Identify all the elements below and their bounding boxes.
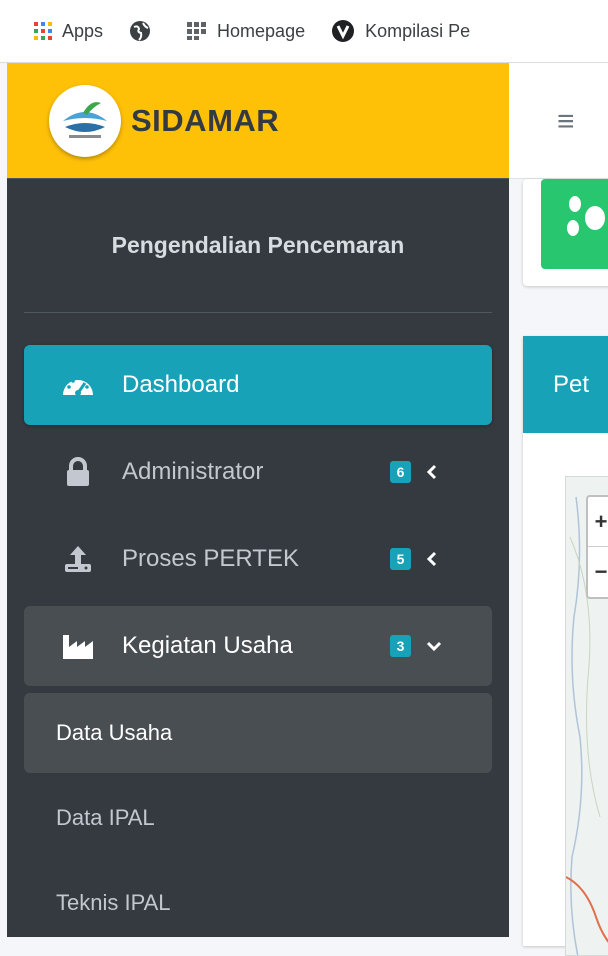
- sidebar-item-dashboard[interactable]: Dashboard: [24, 345, 492, 425]
- sidebar-item-dashboard-label: Dashboard: [122, 371, 240, 398]
- sidebar-item-administrator-label: Administrator: [122, 458, 264, 485]
- top-navbar: ≡: [509, 63, 608, 179]
- submenu-item-teknis-ipal[interactable]: Teknis IPAL: [24, 863, 492, 943]
- sidebar-nav: Dashboard Administrator 6 Proses PERTEK …: [7, 313, 509, 943]
- zoom-in-button[interactable]: +: [588, 497, 608, 547]
- homepage-grid-icon: [187, 22, 207, 40]
- paw-icon: [541, 179, 608, 269]
- sidebar-item-administrator[interactable]: Administrator 6: [24, 432, 492, 512]
- v-logo-icon: [331, 19, 355, 43]
- submenu-item-label: Teknis IPAL: [56, 890, 171, 915]
- map-zoom-control: + −: [586, 495, 608, 599]
- administrator-badge: 6: [390, 461, 411, 483]
- submenu-item-label: Data Usaha: [56, 720, 173, 745]
- upload-icon: [60, 544, 96, 574]
- lock-icon: [60, 457, 96, 487]
- content-wrapper: Pet + −: [509, 179, 608, 956]
- proses-pertek-badge: 5: [390, 548, 411, 570]
- dashboard-gauge-icon: [60, 371, 96, 399]
- industry-icon: [60, 633, 96, 659]
- kegiatan-usaha-badge: 3: [390, 635, 411, 657]
- info-box: [523, 179, 608, 286]
- sidamar-logo: [49, 84, 121, 157]
- sidebar-item-proses-pertek[interactable]: Proses PERTEK 5: [24, 519, 492, 599]
- chevron-left-icon: [426, 464, 438, 480]
- bookmarks-bar: Apps Homepage Kompilasi Pe: [0, 0, 608, 63]
- sidebar-item-kegiatan-usaha[interactable]: Kegiatan Usaha 3: [24, 606, 492, 686]
- zoom-out-button[interactable]: −: [588, 547, 608, 597]
- bookmark-globe[interactable]: [129, 20, 161, 42]
- bookmark-apps-label: Apps: [62, 20, 104, 41]
- submenu-item-data-ipal[interactable]: Data IPAL: [24, 778, 492, 858]
- map-card: Pet + −: [523, 336, 608, 956]
- sidebar-item-kegiatan-usaha-label: Kegiatan Usaha: [122, 632, 293, 659]
- sidebar-item-proses-pertek-label: Proses PERTEK: [122, 545, 299, 572]
- chevron-down-icon: [426, 640, 442, 652]
- card-title: Pet: [523, 336, 608, 433]
- brand-link[interactable]: SIDAMAR: [7, 63, 509, 179]
- bookmark-homepage-label: Homepage: [217, 20, 306, 41]
- submenu-item-label: Data IPAL: [56, 805, 155, 830]
- hamburger-icon[interactable]: ≡: [557, 107, 575, 137]
- user-panel-name: Pengendalian Pencemaran: [111, 232, 405, 258]
- apps-grid-icon: [34, 22, 52, 40]
- chevron-left-icon: [426, 551, 438, 567]
- bookmark-apps[interactable]: Apps: [34, 21, 103, 42]
- submenu-item-data-usaha[interactable]: Data Usaha: [24, 693, 492, 773]
- globe-icon: [129, 20, 151, 42]
- bookmark-kompilasi-label: Kompilasi Pe: [365, 20, 471, 41]
- bookmark-kompilasi[interactable]: Kompilasi Pe: [331, 19, 470, 43]
- bookmark-homepage[interactable]: Homepage: [187, 21, 305, 42]
- brand-title: SIDAMAR: [131, 102, 280, 138]
- user-panel[interactable]: Pengendalian Pencemaran: [24, 179, 492, 313]
- map-view[interactable]: + −: [565, 476, 608, 956]
- main-sidebar: SIDAMAR Pengendalian Pencemaran Dashboar…: [7, 63, 509, 937]
